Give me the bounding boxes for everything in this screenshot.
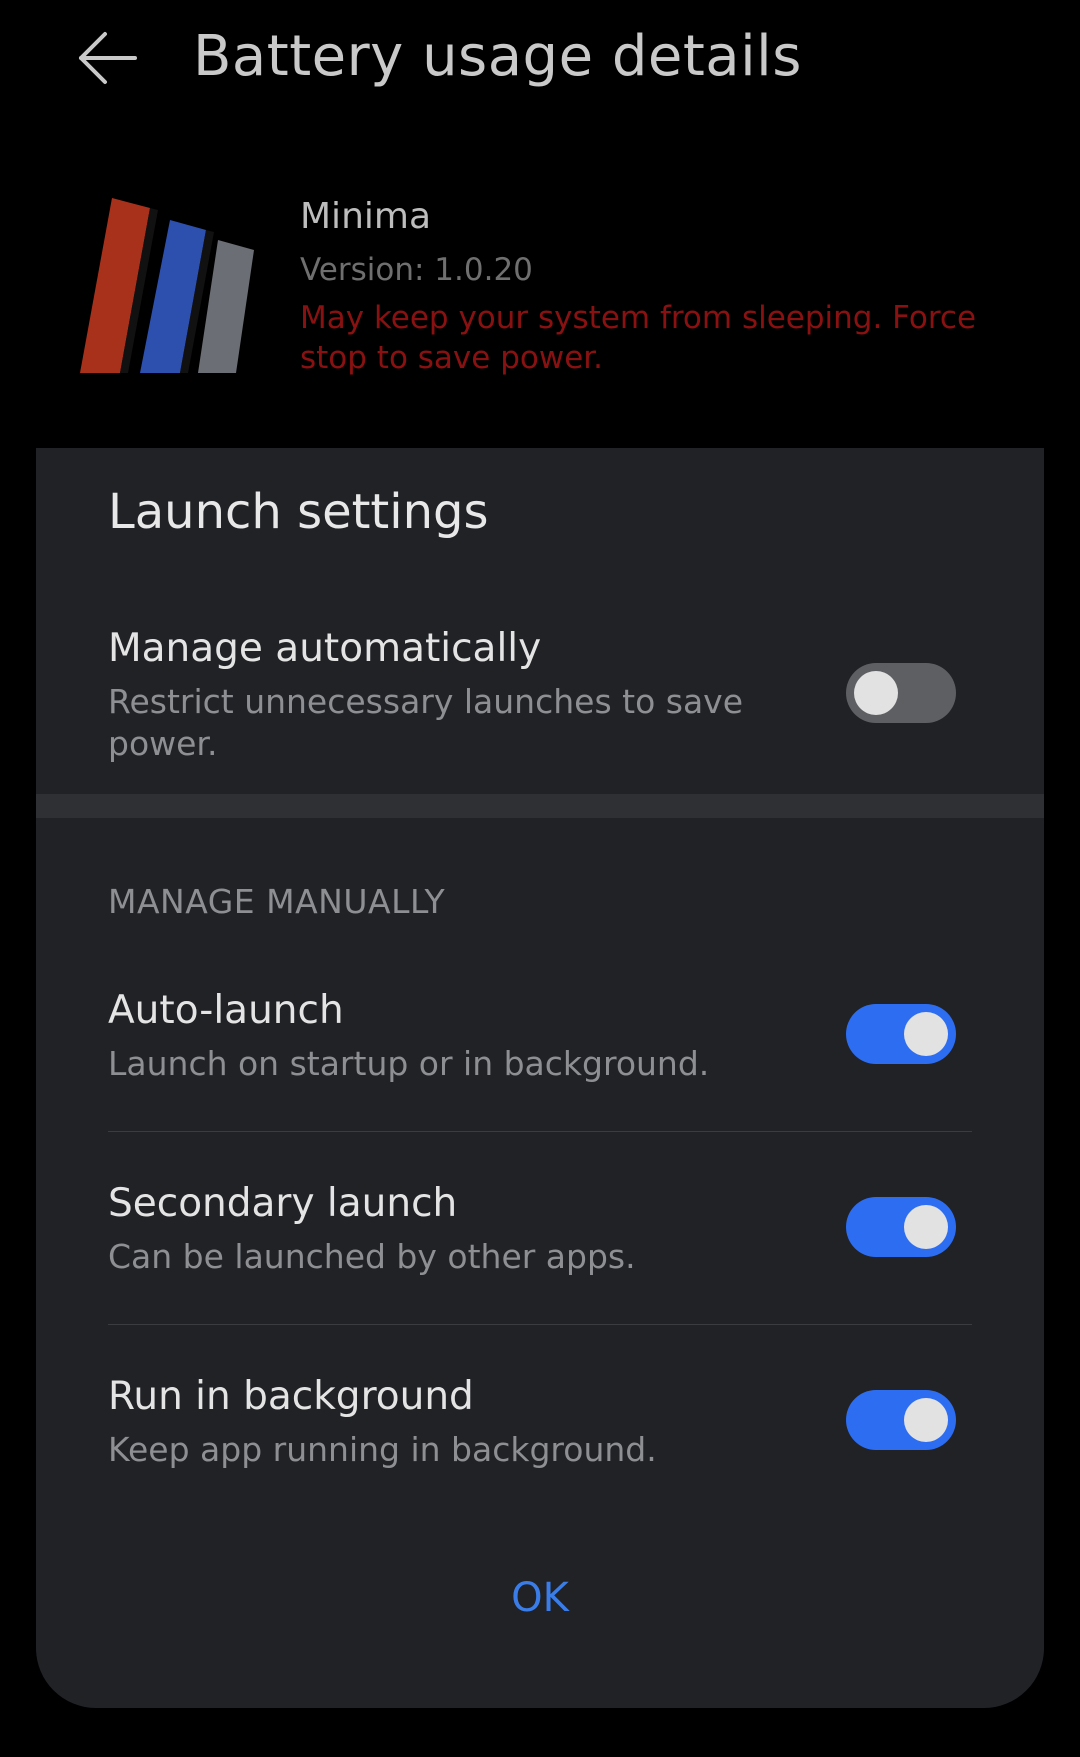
toggle-knob xyxy=(904,1012,948,1056)
page-title: Battery usage details xyxy=(193,24,802,89)
auto-launch-description: Launch on startup or in background. xyxy=(108,1044,710,1083)
app-info: Minima Version: 1.0.20 May keep your sys… xyxy=(0,180,1080,410)
toggle-knob xyxy=(854,671,898,715)
ok-button[interactable]: OK xyxy=(440,1558,640,1638)
screen: Battery usage details Minima Version: 1.… xyxy=(0,0,1080,1757)
top-app-bar: Battery usage details xyxy=(0,0,1080,130)
run-in-background-description: Keep app running in background. xyxy=(108,1430,657,1469)
row-divider xyxy=(108,1131,972,1132)
minima-logo-icon xyxy=(80,198,254,373)
row-divider xyxy=(108,1324,972,1325)
manage-automatically-toggle[interactable] xyxy=(846,663,956,723)
toggle-knob xyxy=(904,1205,948,1249)
manage-manually-header: MANAGE MANUALLY xyxy=(108,882,446,921)
secondary-launch-description: Can be launched by other apps. xyxy=(108,1237,636,1276)
auto-launch-toggle[interactable] xyxy=(846,1004,956,1064)
run-in-background-toggle[interactable] xyxy=(846,1390,956,1450)
app-warning: May keep your system from sleeping. Forc… xyxy=(300,300,977,376)
toggle-knob xyxy=(904,1398,948,1442)
manage-automatically-description: Restrict unnecessary launches to save po… xyxy=(108,682,744,763)
section-divider xyxy=(36,794,1044,818)
back-button[interactable] xyxy=(68,22,148,94)
launch-settings-dialog: Launch settings Manage automatically Res… xyxy=(36,448,1044,1708)
app-name: Minima xyxy=(300,196,432,237)
secondary-launch-toggle[interactable] xyxy=(846,1197,956,1257)
app-version: Version: 1.0.20 xyxy=(300,252,533,288)
dialog-title: Launch settings xyxy=(108,484,489,540)
arrow-left-icon xyxy=(79,32,137,84)
